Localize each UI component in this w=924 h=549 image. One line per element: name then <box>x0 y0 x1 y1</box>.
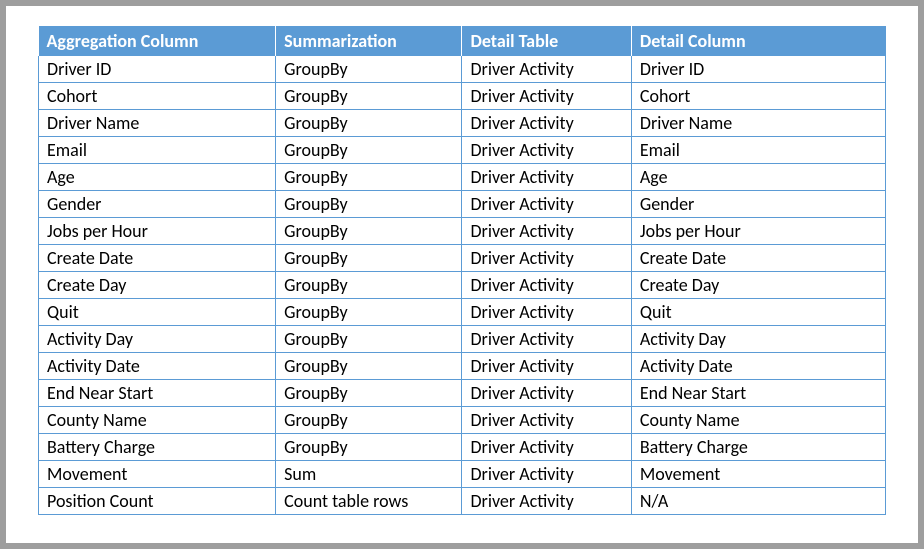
cell-summarization: Count table rows <box>276 488 462 515</box>
cell-detail-table: Driver Activity <box>462 83 631 110</box>
table-row: County NameGroupByDriver ActivityCounty … <box>39 407 886 434</box>
cell-summarization: GroupBy <box>276 299 462 326</box>
cell-summarization: GroupBy <box>276 137 462 164</box>
cell-detail-column: Activity Day <box>631 326 885 353</box>
table-row: Position CountCount table rowsDriver Act… <box>39 488 886 515</box>
cell-aggregation-column: Cohort <box>39 83 276 110</box>
table-row: Jobs per HourGroupByDriver ActivityJobs … <box>39 218 886 245</box>
table-row: Driver IDGroupByDriver ActivityDriver ID <box>39 56 886 83</box>
cell-detail-column: Create Date <box>631 245 885 272</box>
cell-detail-table: Driver Activity <box>462 218 631 245</box>
table-row: Create DayGroupByDriver ActivityCreate D… <box>39 272 886 299</box>
table-row: End Near StartGroupByDriver ActivityEnd … <box>39 380 886 407</box>
table-row: Battery ChargeGroupByDriver ActivityBatt… <box>39 434 886 461</box>
table-row: CohortGroupByDriver ActivityCohort <box>39 83 886 110</box>
cell-detail-column: Battery Charge <box>631 434 885 461</box>
content-frame: Aggregation Column Summarization Detail … <box>6 6 918 543</box>
cell-detail-column: Gender <box>631 191 885 218</box>
cell-summarization: GroupBy <box>276 218 462 245</box>
cell-detail-column: Driver ID <box>631 56 885 83</box>
cell-detail-table: Driver Activity <box>462 299 631 326</box>
cell-summarization: GroupBy <box>276 353 462 380</box>
cell-detail-column: Activity Date <box>631 353 885 380</box>
cell-summarization: GroupBy <box>276 56 462 83</box>
cell-summarization: GroupBy <box>276 245 462 272</box>
cell-summarization: GroupBy <box>276 326 462 353</box>
cell-aggregation-column: Age <box>39 164 276 191</box>
table-row: Create DateGroupByDriver ActivityCreate … <box>39 245 886 272</box>
cell-detail-column: N/A <box>631 488 885 515</box>
cell-detail-column: Create Day <box>631 272 885 299</box>
header-summarization: Summarization <box>276 26 462 56</box>
cell-summarization: GroupBy <box>276 83 462 110</box>
cell-aggregation-column: Create Day <box>39 272 276 299</box>
cell-detail-column: Driver Name <box>631 110 885 137</box>
cell-summarization: GroupBy <box>276 191 462 218</box>
cell-detail-table: Driver Activity <box>462 56 631 83</box>
table-row: EmailGroupByDriver ActivityEmail <box>39 137 886 164</box>
cell-detail-table: Driver Activity <box>462 191 631 218</box>
cell-aggregation-column: Driver Name <box>39 110 276 137</box>
table-row: MovementSumDriver ActivityMovement <box>39 461 886 488</box>
cell-detail-column: Cohort <box>631 83 885 110</box>
cell-aggregation-column: End Near Start <box>39 380 276 407</box>
cell-aggregation-column: Quit <box>39 299 276 326</box>
cell-aggregation-column: Movement <box>39 461 276 488</box>
cell-summarization: GroupBy <box>276 380 462 407</box>
cell-summarization: GroupBy <box>276 110 462 137</box>
cell-aggregation-column: Driver ID <box>39 56 276 83</box>
cell-detail-table: Driver Activity <box>462 434 631 461</box>
cell-detail-table: Driver Activity <box>462 380 631 407</box>
cell-aggregation-column: Gender <box>39 191 276 218</box>
cell-detail-table: Driver Activity <box>462 245 631 272</box>
cell-aggregation-column: Position Count <box>39 488 276 515</box>
cell-aggregation-column: Email <box>39 137 276 164</box>
table-row: Driver NameGroupByDriver ActivityDriver … <box>39 110 886 137</box>
cell-detail-column: Email <box>631 137 885 164</box>
header-detail-table: Detail Table <box>462 26 631 56</box>
table-header-row: Aggregation Column Summarization Detail … <box>39 26 886 56</box>
cell-detail-table: Driver Activity <box>462 488 631 515</box>
cell-summarization: GroupBy <box>276 272 462 299</box>
cell-detail-table: Driver Activity <box>462 164 631 191</box>
table-body: Driver IDGroupByDriver ActivityDriver ID… <box>39 56 886 515</box>
cell-aggregation-column: County Name <box>39 407 276 434</box>
cell-detail-column: Quit <box>631 299 885 326</box>
cell-aggregation-column: Activity Date <box>39 353 276 380</box>
cell-detail-table: Driver Activity <box>462 110 631 137</box>
cell-aggregation-column: Battery Charge <box>39 434 276 461</box>
cell-detail-table: Driver Activity <box>462 137 631 164</box>
cell-detail-column: County Name <box>631 407 885 434</box>
table-row: QuitGroupByDriver ActivityQuit <box>39 299 886 326</box>
cell-summarization: GroupBy <box>276 164 462 191</box>
cell-summarization: GroupBy <box>276 434 462 461</box>
cell-aggregation-column: Activity Day <box>39 326 276 353</box>
table-row: AgeGroupByDriver ActivityAge <box>39 164 886 191</box>
cell-detail-table: Driver Activity <box>462 326 631 353</box>
cell-detail-column: Movement <box>631 461 885 488</box>
aggregation-table: Aggregation Column Summarization Detail … <box>38 26 886 515</box>
cell-summarization: GroupBy <box>276 407 462 434</box>
cell-detail-table: Driver Activity <box>462 272 631 299</box>
table-row: Activity DayGroupByDriver ActivityActivi… <box>39 326 886 353</box>
cell-aggregation-column: Create Date <box>39 245 276 272</box>
cell-detail-table: Driver Activity <box>462 461 631 488</box>
header-aggregation-column: Aggregation Column <box>39 26 276 56</box>
header-detail-column: Detail Column <box>631 26 885 56</box>
cell-detail-column: End Near Start <box>631 380 885 407</box>
cell-detail-table: Driver Activity <box>462 407 631 434</box>
table-row: Activity DateGroupByDriver ActivityActiv… <box>39 353 886 380</box>
cell-aggregation-column: Jobs per Hour <box>39 218 276 245</box>
cell-detail-column: Age <box>631 164 885 191</box>
table-row: GenderGroupByDriver ActivityGender <box>39 191 886 218</box>
cell-summarization: Sum <box>276 461 462 488</box>
cell-detail-column: Jobs per Hour <box>631 218 885 245</box>
cell-detail-table: Driver Activity <box>462 353 631 380</box>
